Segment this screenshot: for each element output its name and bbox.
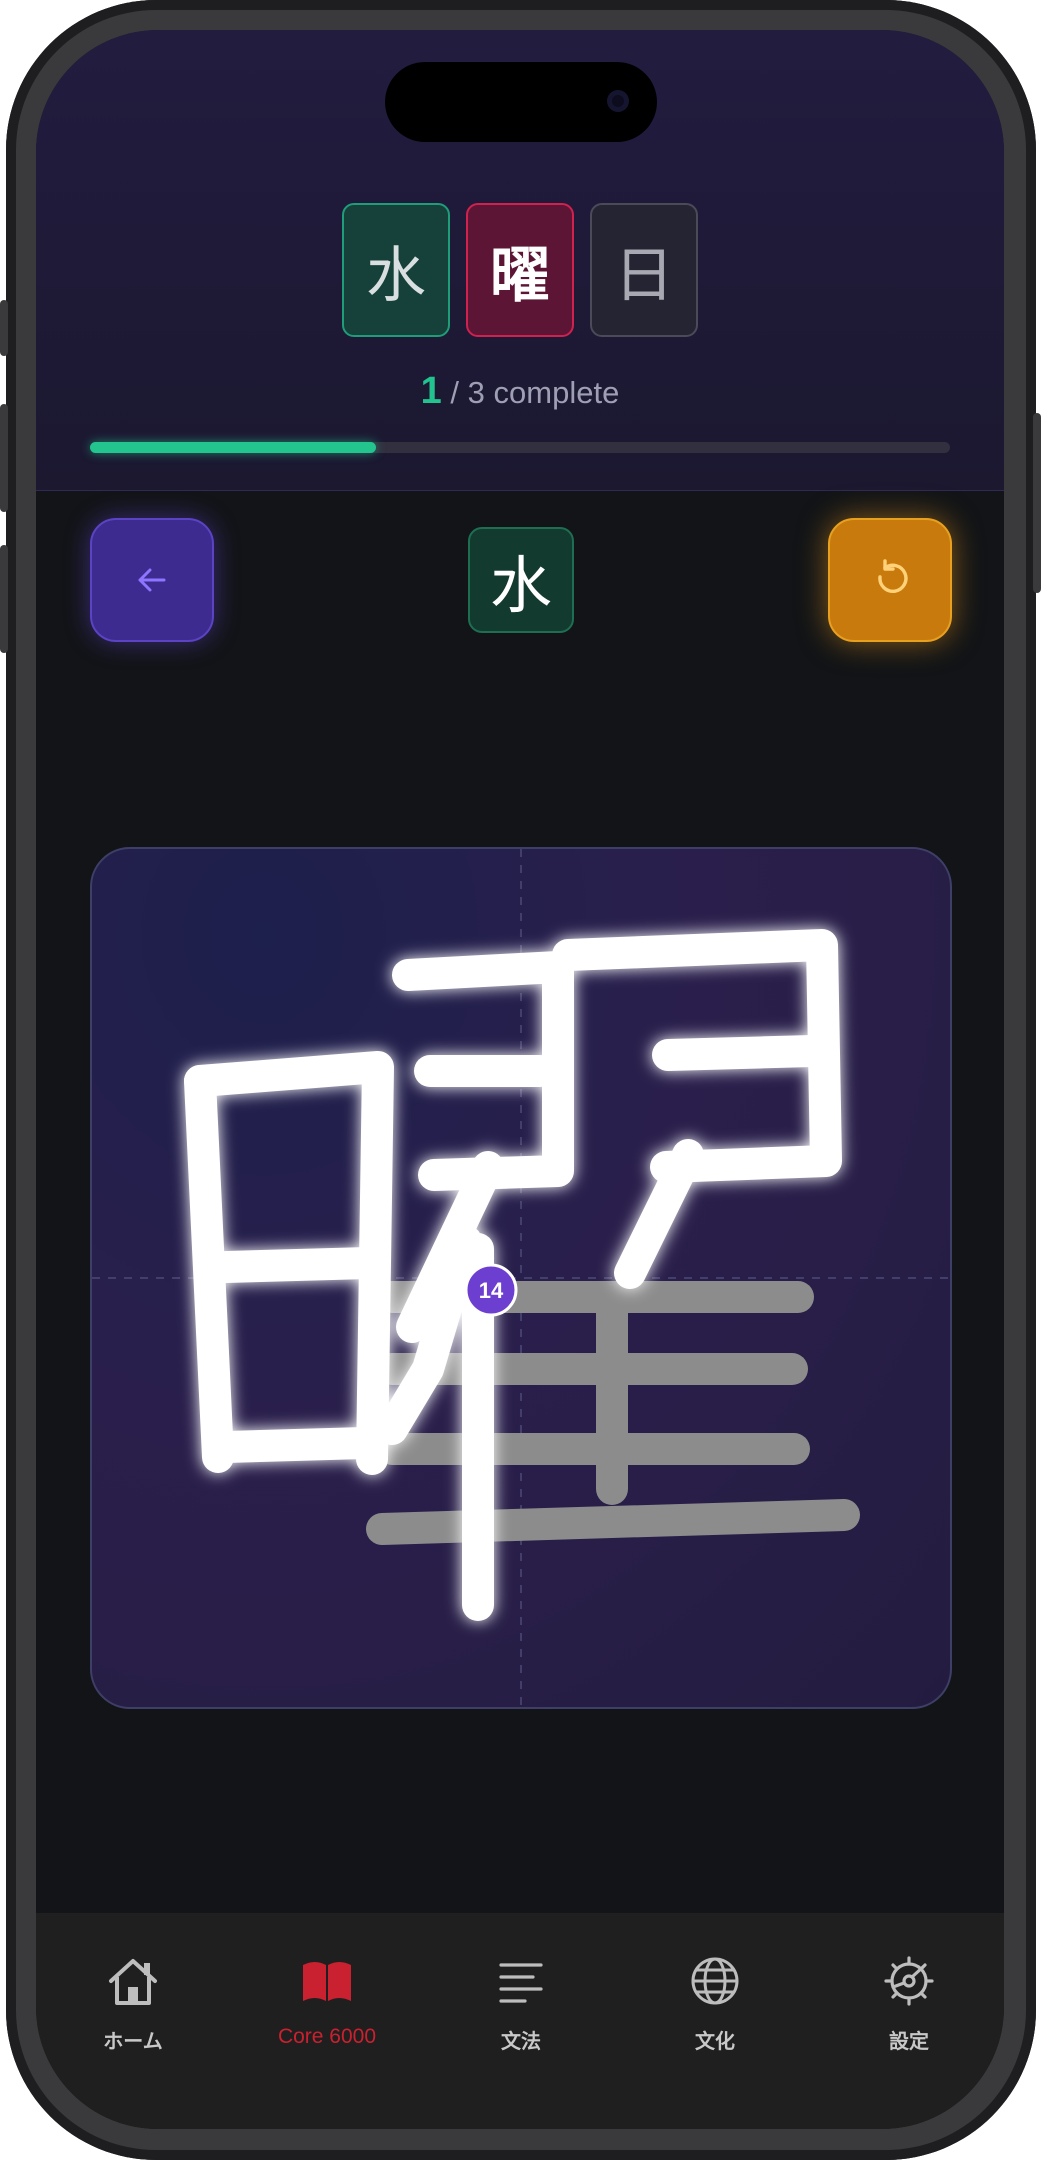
kanji-sequence: 水 曜 日 xyxy=(342,203,698,337)
tab-label-settings: 設定 xyxy=(889,2029,929,2053)
side-button xyxy=(0,300,8,356)
tab-grammar[interactable]: 文法 xyxy=(424,1953,618,2054)
drawing-canvas[interactable]: 14 xyxy=(90,847,952,1709)
stroke-number-badge: 14 xyxy=(464,1263,518,1317)
power-button xyxy=(1033,413,1041,593)
volume-up-button xyxy=(0,404,8,512)
camera-icon xyxy=(607,90,629,112)
reset-button[interactable] xyxy=(828,518,952,642)
progress-bar-fill xyxy=(90,442,377,453)
tab-label-grammar: 文法 xyxy=(501,2029,541,2053)
rotate-ccw-icon xyxy=(878,559,908,593)
tab-settings[interactable]: 設定 xyxy=(812,1953,1004,2054)
progress-bar xyxy=(90,442,950,453)
tab-label-home: ホーム xyxy=(103,2029,163,2053)
progress-total: 3 xyxy=(467,375,485,410)
book-icon xyxy=(303,1962,351,2001)
home-icon xyxy=(109,1959,157,2005)
bottom-tab-bar: ホーム Core 6000 文法 文化 設定 xyxy=(36,1913,1004,2129)
progress-separator: / xyxy=(450,375,460,410)
tab-culture[interactable]: 文化 xyxy=(618,1953,812,2054)
volume-down-button xyxy=(0,545,8,653)
back-button[interactable] xyxy=(90,518,214,642)
progress-label: 1 / 3 complete xyxy=(36,370,1004,413)
globe-icon xyxy=(691,1957,739,2005)
stroke-number-text: 14 xyxy=(479,1278,504,1303)
tab-home[interactable]: ホーム xyxy=(36,1953,230,2054)
tab-core-6000[interactable]: Core 6000 xyxy=(230,1953,424,2049)
progress-suffix: complete xyxy=(493,375,620,410)
kanji-tile-completed[interactable]: 水 xyxy=(342,203,450,337)
gear-icon xyxy=(884,1956,934,2006)
kanji-stroke-drawing: 14 xyxy=(92,849,950,1707)
text-lines-icon xyxy=(499,1963,543,2003)
tab-label-culture: 文化 xyxy=(695,2029,735,2053)
app-screen: 水 曜 日 1 / 3 complete 水 14 ホーム Core 6000 … xyxy=(36,30,1004,2129)
progress-completed-count: 1 xyxy=(420,370,442,412)
previous-kanji-chip[interactable]: 水 xyxy=(468,527,574,633)
tab-label-core-6000: Core 6000 xyxy=(277,2025,377,2048)
kanji-tile-pending[interactable]: 日 xyxy=(590,203,698,337)
dynamic-island xyxy=(385,62,657,142)
kanji-tile-current[interactable]: 曜 xyxy=(466,203,574,337)
arrow-left-icon xyxy=(138,568,166,592)
